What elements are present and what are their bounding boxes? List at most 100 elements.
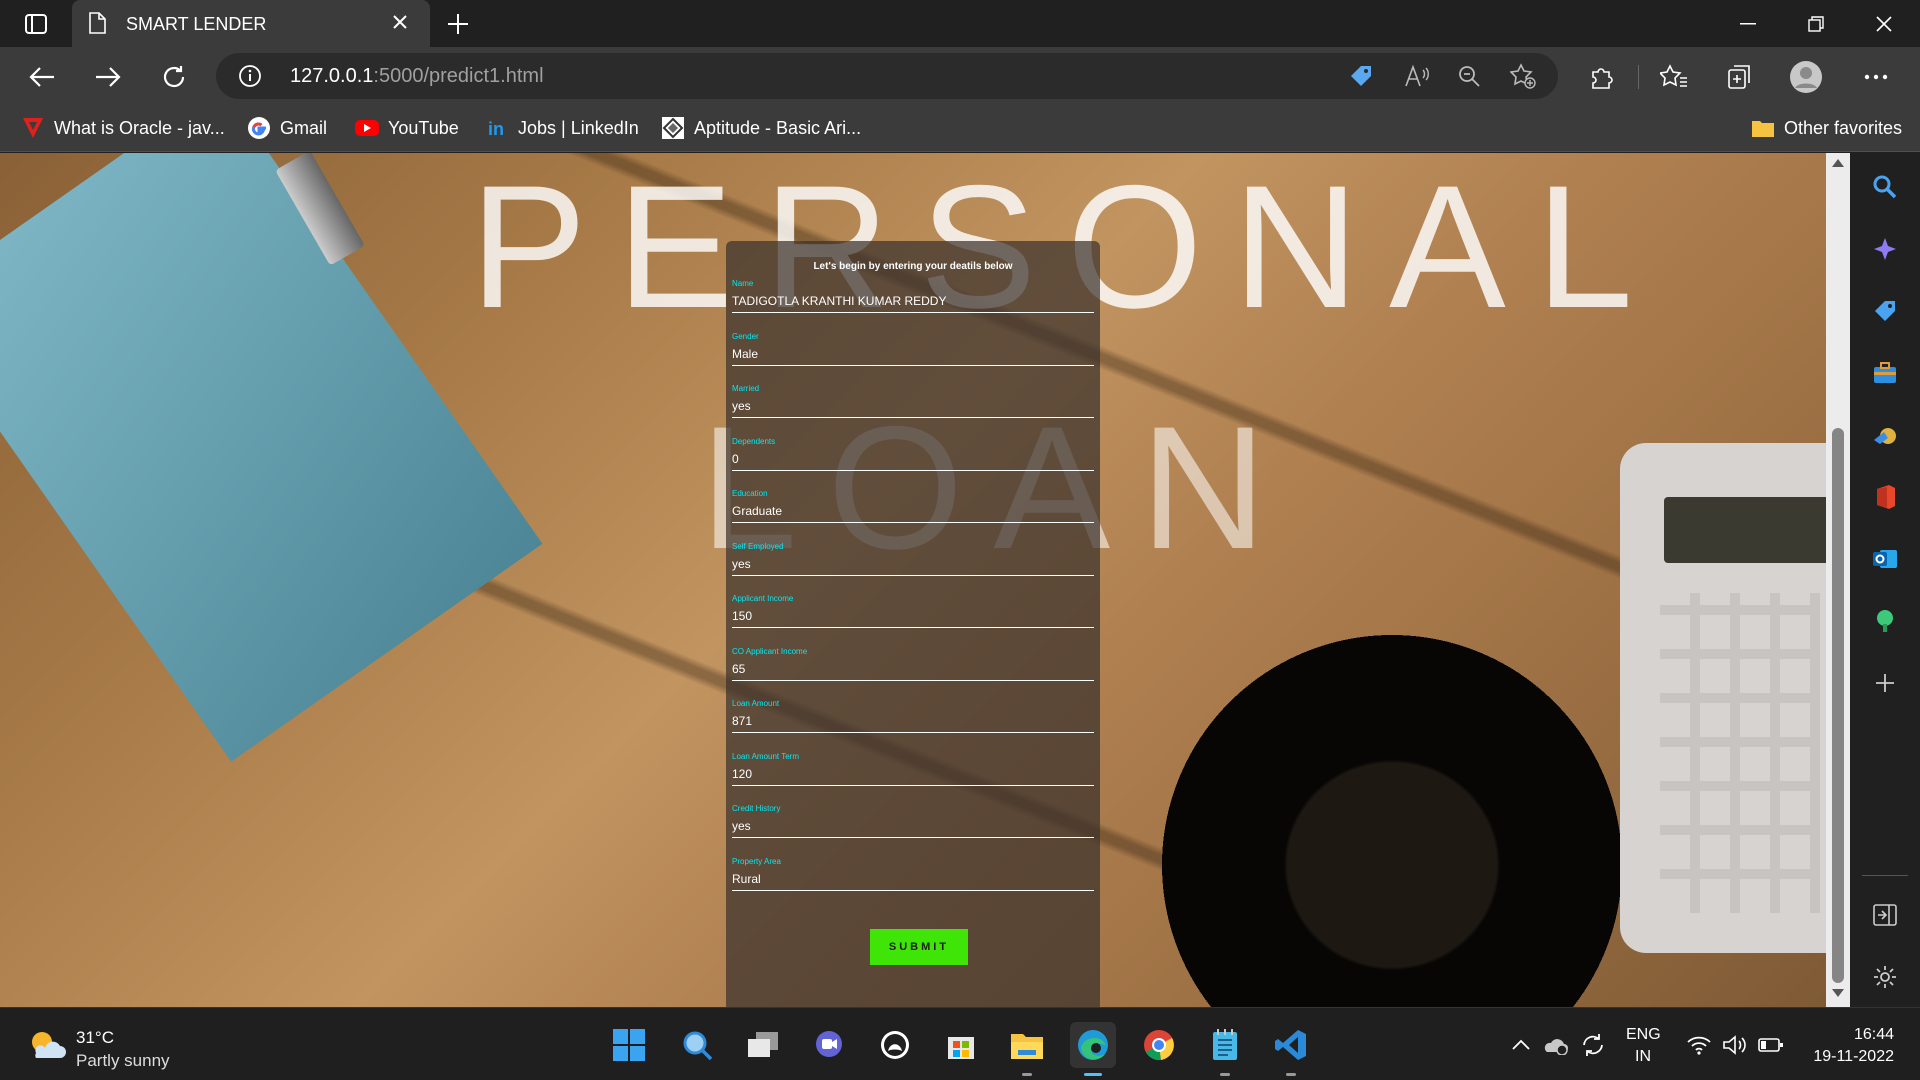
submit-button[interactable]: SUBMIT bbox=[870, 929, 968, 965]
show-hidden-icons-icon[interactable] bbox=[1508, 1032, 1534, 1058]
add-sidebar-app-icon[interactable] bbox=[1867, 665, 1903, 701]
volume-icon[interactable] bbox=[1722, 1032, 1748, 1058]
sync-icon[interactable] bbox=[1580, 1032, 1606, 1058]
self-employed-input[interactable] bbox=[732, 556, 1094, 572]
field-label: Self Employed bbox=[732, 542, 784, 551]
weather-widget[interactable]: 31°C Partly sunny bbox=[28, 1022, 208, 1070]
running-indicator bbox=[1286, 1073, 1296, 1076]
dependents-input[interactable] bbox=[732, 451, 1094, 467]
new-tab-button[interactable] bbox=[440, 8, 476, 40]
loan-amount-term-field: Loan Amount Term bbox=[732, 752, 1094, 786]
task-view-icon[interactable] bbox=[740, 1022, 786, 1068]
bookmark-gmail[interactable]: Gmail bbox=[246, 115, 327, 141]
more-options-icon[interactable] bbox=[1858, 59, 1894, 95]
edge-browser-icon[interactable] bbox=[1070, 1022, 1116, 1076]
bookmark-label: What is Oracle - jav... bbox=[54, 117, 225, 138]
search-icon[interactable] bbox=[1867, 169, 1903, 205]
field-label: CO Applicant Income bbox=[732, 647, 808, 656]
field-label: Loan Amount bbox=[732, 699, 780, 708]
minimize-button[interactable] bbox=[1728, 8, 1768, 40]
field-label: Married bbox=[732, 384, 760, 393]
gender-input[interactable] bbox=[732, 346, 1094, 362]
married-input[interactable] bbox=[732, 398, 1094, 414]
bookmark-linkedin[interactable]: in Jobs | LinkedIn bbox=[484, 115, 639, 141]
field-label: Property Area bbox=[732, 857, 781, 866]
wifi-icon[interactable] bbox=[1686, 1032, 1712, 1058]
co-applicant-income-input[interactable] bbox=[732, 661, 1094, 677]
tab-actions-icon[interactable] bbox=[14, 8, 58, 40]
scroll-thumb[interactable] bbox=[1832, 428, 1844, 983]
tools-briefcase-icon[interactable] bbox=[1867, 355, 1903, 391]
site-info-icon[interactable] bbox=[238, 64, 262, 88]
extensions-icon[interactable] bbox=[1584, 59, 1620, 95]
browser-tab[interactable]: SMART LENDER bbox=[72, 0, 430, 47]
page-scrollbar[interactable] bbox=[1826, 153, 1850, 1007]
self-employed-field: Self Employed bbox=[732, 542, 1094, 576]
url-host: 127.0.0.1 bbox=[290, 65, 374, 87]
field-label: Loan Amount Term bbox=[732, 752, 800, 761]
background-notebook bbox=[0, 153, 543, 762]
credit-history-field: Credit History bbox=[732, 804, 1094, 838]
scroll-up-icon[interactable] bbox=[1832, 159, 1844, 167]
credit-history-input[interactable] bbox=[732, 818, 1094, 834]
bookmark-label: Jobs | LinkedIn bbox=[518, 117, 639, 138]
microsoft-store-icon[interactable] bbox=[938, 1022, 984, 1068]
bookmark-label: Gmail bbox=[280, 117, 328, 138]
running-indicator bbox=[1022, 1073, 1032, 1076]
scroll-down-icon[interactable] bbox=[1832, 989, 1844, 997]
applicant-income-input[interactable] bbox=[732, 608, 1094, 624]
games-icon[interactable] bbox=[1867, 417, 1903, 453]
system-clock[interactable]: 16:44 19-11-2022 bbox=[1800, 1024, 1894, 1068]
teams-chat-icon[interactable] bbox=[806, 1022, 852, 1068]
forward-button[interactable] bbox=[90, 59, 126, 95]
start-button[interactable] bbox=[606, 1022, 652, 1068]
restore-button[interactable] bbox=[1796, 8, 1836, 40]
office-icon[interactable] bbox=[1867, 479, 1903, 515]
other-favorites-folder[interactable]: Other favorites bbox=[1750, 115, 1902, 141]
profile-avatar[interactable] bbox=[1788, 59, 1824, 95]
language-indicator[interactable]: ENG IN bbox=[1626, 1024, 1661, 1068]
married-field: Married bbox=[732, 384, 1094, 418]
shopping-tag-icon[interactable] bbox=[1867, 293, 1903, 329]
close-window-button[interactable] bbox=[1864, 8, 1904, 40]
property-area-field: Property Area bbox=[732, 857, 1094, 891]
read-aloud-icon[interactable] bbox=[1404, 63, 1430, 89]
name-input[interactable] bbox=[732, 293, 1094, 309]
github-desktop-icon[interactable] bbox=[872, 1022, 918, 1068]
loan-amount-input[interactable] bbox=[732, 713, 1094, 729]
file-explorer-icon[interactable] bbox=[1004, 1022, 1050, 1076]
weather-temperature: 31°C bbox=[76, 1028, 114, 1047]
copilot-sparkle-icon[interactable] bbox=[1867, 231, 1903, 267]
zoom-out-icon[interactable] bbox=[1456, 63, 1482, 89]
close-tab-icon[interactable] bbox=[390, 12, 410, 32]
running-indicator bbox=[1220, 1073, 1230, 1076]
notepad-icon[interactable] bbox=[1202, 1022, 1248, 1076]
url-text[interactable]: 127.0.0.1:5000/predict1.html bbox=[290, 65, 544, 88]
chrome-icon[interactable] bbox=[1136, 1022, 1182, 1068]
field-label: Education bbox=[732, 489, 768, 498]
add-favorite-icon[interactable] bbox=[1510, 63, 1536, 89]
bookmark-aptitude[interactable]: Aptitude - Basic Ari... bbox=[660, 115, 861, 141]
back-button[interactable] bbox=[24, 59, 60, 95]
taskbar-search-icon[interactable] bbox=[674, 1022, 720, 1068]
coupon-tag-icon[interactable] bbox=[1348, 63, 1374, 89]
field-label: Name bbox=[732, 279, 754, 288]
hide-sidebar-icon[interactable] bbox=[1867, 897, 1903, 933]
tree-icon[interactable] bbox=[1867, 603, 1903, 639]
refresh-button[interactable] bbox=[156, 59, 192, 95]
folder-icon bbox=[1750, 115, 1776, 141]
vscode-icon[interactable] bbox=[1268, 1022, 1314, 1076]
address-bar[interactable]: 127.0.0.1:5000/predict1.html bbox=[216, 53, 1558, 99]
favorites-icon[interactable] bbox=[1656, 59, 1692, 95]
loan-amount-term-input[interactable] bbox=[732, 766, 1094, 782]
property-area-input[interactable] bbox=[732, 871, 1094, 887]
page-viewport: PERSONAL LOAN Let's begin by entering yo… bbox=[0, 153, 1826, 1007]
onedrive-icon[interactable] bbox=[1542, 1032, 1568, 1058]
collections-icon[interactable] bbox=[1722, 59, 1758, 95]
bookmark-oracle[interactable]: What is Oracle - jav... bbox=[20, 115, 225, 141]
bookmark-youtube[interactable]: YouTube bbox=[354, 115, 459, 141]
battery-icon[interactable] bbox=[1758, 1032, 1784, 1058]
outlook-icon[interactable] bbox=[1867, 541, 1903, 577]
education-input[interactable] bbox=[732, 503, 1094, 519]
settings-gear-icon[interactable] bbox=[1867, 959, 1903, 995]
